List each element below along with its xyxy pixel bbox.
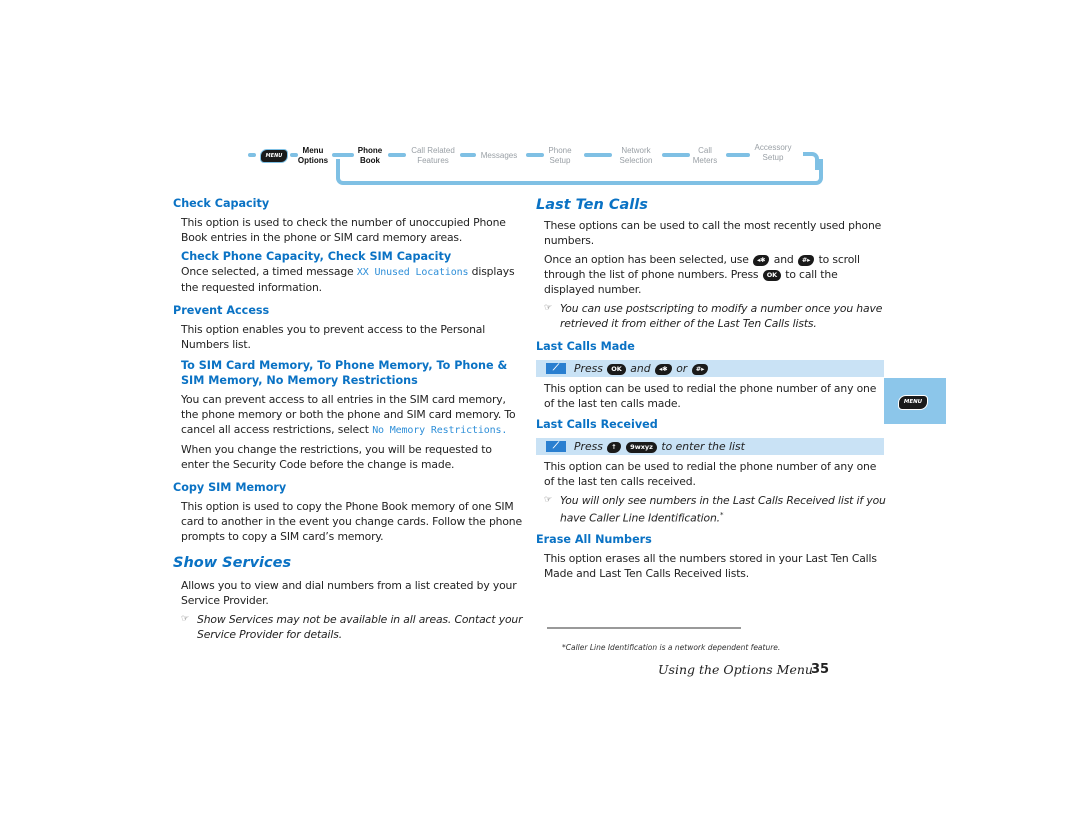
last-calls-made-body: This option can be used to redial the ph… — [544, 382, 877, 410]
ok-key-icon: OK — [607, 363, 626, 375]
left-star-key-icon: ◂✱ — [753, 254, 770, 266]
check-capacity-heading: Check Capacity — [173, 197, 270, 210]
last-calls-received-heading: Last Calls Received — [536, 418, 658, 431]
erase-all-numbers-heading: Erase All Numbers — [536, 532, 652, 546]
display-message-no-memory-restrictions: No Memory Restrictions. — [372, 425, 508, 436]
shortcut-icon: ⟋ — [546, 363, 566, 374]
memory-restrictions-body: You can prevent access to all entries in… — [181, 393, 516, 436]
nav-item-call-meters: Call Meters — [692, 146, 718, 165]
nav-item-phone-setup: Phone Setup — [548, 146, 572, 165]
footnote-divider — [547, 627, 741, 629]
nav-item-accessory-setup: Accessory Setup — [754, 143, 792, 162]
nav-connector — [332, 153, 354, 157]
pointing-hand-icon: ☞ — [544, 303, 552, 313]
last-calls-made-heading: Last Calls Made — [536, 340, 635, 353]
nav-item-menu-options: Menu Options — [297, 146, 329, 165]
last-calls-received-body: This option can be used to redial the ph… — [544, 460, 877, 488]
hash-right-key-icon: #▸ — [797, 254, 815, 266]
copy-sim-memory-body: This option is used to copy the Phone Bo… — [181, 500, 522, 543]
nav-item-call-related-features: Call Related Features — [411, 146, 455, 165]
security-code-body: When you change the restrictions, you wi… — [181, 443, 492, 471]
nav-item-phone-book: Phone Book — [357, 146, 383, 165]
menu-key-icon: MENU — [260, 149, 288, 163]
menu-key-icon: MENU — [898, 395, 928, 410]
copy-sim-memory-heading: Copy SIM Memory — [173, 481, 287, 494]
menu-navigation-bar: MENU Menu Options Phone Book Call Related F… — [248, 143, 823, 185]
hash-right-key-icon: #▸ — [691, 363, 709, 375]
shortcut-icon: ⟋ — [546, 441, 566, 452]
nav-connector — [248, 153, 256, 157]
left-column: Check Capacity This option is used to ch… — [173, 196, 523, 642]
nav-connector — [388, 153, 406, 157]
section-side-tab: MENU — [884, 378, 946, 424]
nav-item-network-selection: Network Selection — [619, 146, 653, 165]
prevent-access-heading: Prevent Access — [173, 304, 270, 317]
nav-item-messages: Messages — [480, 151, 518, 160]
up-key-icon: ↑ — [607, 441, 621, 453]
check-capacity-sub-body: Once selected, a timed message XX Unused… — [181, 265, 515, 294]
ok-key-icon: OK — [762, 269, 781, 281]
check-phone-sim-capacity-heading: Check Phone Capacity, Check SIM Capacity — [181, 250, 452, 263]
page-number: 35 — [811, 662, 830, 677]
last-ten-calls-body: These options can be used to call the mo… — [544, 219, 882, 247]
right-column: Last Ten Calls These options can be used… — [536, 196, 886, 581]
show-services-heading: Show Services — [173, 555, 292, 571]
last-calls-made-shortcut-bar: ⟋ Press OK and ◂✱ or #▸ — [536, 360, 884, 377]
footnote: *Caller Line Identification is a network… — [562, 643, 781, 652]
nav-connector — [460, 153, 476, 157]
show-services-note: ☞ Show Services may not be available in a… — [181, 613, 523, 641]
nav-connector — [526, 153, 544, 157]
erase-all-numbers-body: This option erases all the numbers store… — [544, 551, 877, 580]
show-services-body: Allows you to view and dial numbers from… — [181, 579, 517, 607]
postscripting-note: ☞ You can use postscripting to modify a n… — [544, 302, 883, 330]
nav-connector — [584, 153, 612, 157]
left-star-key-icon: ◂✱ — [655, 363, 672, 375]
check-capacity-body: This option is used to check the number … — [181, 216, 506, 244]
last-ten-calls-heading: Last Ten Calls — [536, 197, 648, 213]
display-message-unused-locations: XX Unused Locations — [356, 267, 469, 278]
nav-connector — [726, 153, 750, 157]
caller-line-id-note: ☞ You will only see numbers in the Last C… — [544, 494, 886, 525]
last-ten-calls-scroll-instructions: Once an option has been selected, use ◂✱… — [544, 253, 860, 296]
pointing-hand-icon: ☞ — [544, 495, 552, 505]
memory-restrictions-heading: To SIM Card Memory, To Phone Memory, To … — [181, 359, 508, 387]
last-calls-received-shortcut-bar: ⟋ Press ↑ 9wxyz to enter the list — [536, 438, 884, 455]
pointing-hand-icon: ☞ — [181, 614, 189, 624]
nav-track-end — [803, 152, 819, 170]
nav-connector — [662, 153, 690, 157]
nine-key-icon: 9wxyz — [626, 441, 657, 453]
prevent-access-body: This option enables you to prevent acces… — [181, 323, 486, 351]
running-footer-title: Using the Options Menu — [658, 662, 813, 677]
